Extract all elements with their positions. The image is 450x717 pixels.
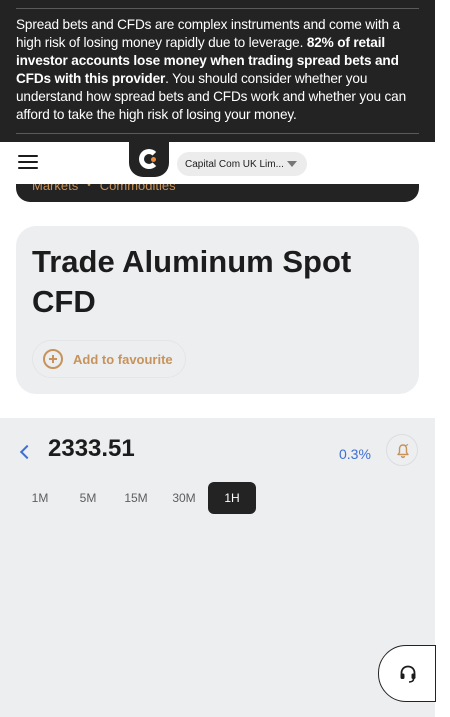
logo-c-icon: [139, 149, 159, 169]
favourite-label: Add to favourite: [73, 351, 173, 367]
plus-circle-icon: [43, 349, 63, 369]
chart-panel: 2333.51 0.3% 1M 5M 15M 30M 1H: [0, 418, 435, 717]
headset-icon: [400, 665, 416, 683]
current-price: 2333.51: [48, 435, 135, 462]
add-to-favourite-button[interactable]: Add to favourite: [32, 340, 186, 378]
timeframe-1h[interactable]: 1H: [208, 482, 256, 514]
entity-select[interactable]: Capital Com UK Lim...: [177, 152, 307, 176]
site-header: Capital Com UK Lim...: [0, 142, 435, 184]
timeframe-1m[interactable]: 1M: [16, 482, 64, 514]
timeframe-selector: 1M 5M 15M 30M 1H: [16, 482, 256, 514]
bell-icon: [397, 443, 409, 459]
price-change: 0.3%: [339, 446, 371, 462]
capital-com-logo[interactable]: [129, 142, 169, 177]
caret-down-icon: [287, 161, 297, 167]
entity-select-value: Capital Com UK Lim...: [185, 158, 284, 170]
hamburger-menu-icon[interactable]: [18, 155, 38, 171]
timeframe-30m[interactable]: 30M: [160, 482, 208, 514]
divider: [16, 8, 419, 9]
timeframe-5m[interactable]: 5M: [64, 482, 112, 514]
timeframe-15m[interactable]: 15M: [112, 482, 160, 514]
instrument-title-card: Trade Aluminum Spot CFD Add to favourite: [16, 226, 419, 394]
risk-warning-text: Spread bets and CFDs are complex instrum…: [16, 16, 419, 124]
logo-dot-icon: [151, 157, 156, 162]
price-alert-button[interactable]: [386, 434, 418, 466]
risk-warning-banner: Spread bets and CFDs are complex instrum…: [0, 0, 435, 142]
page-title: Trade Aluminum Spot CFD: [32, 244, 352, 319]
support-chat-button[interactable]: [378, 645, 436, 702]
divider: [16, 133, 419, 134]
chevron-left-icon[interactable]: [19, 444, 35, 460]
